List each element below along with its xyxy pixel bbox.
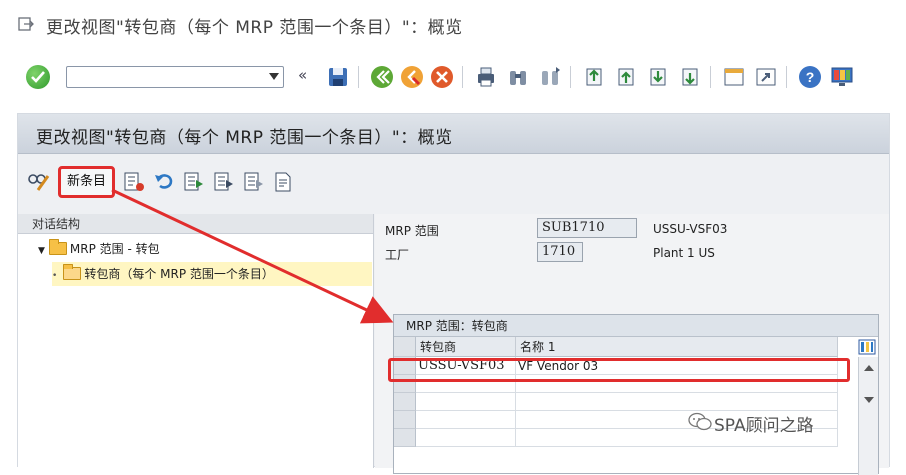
undo-change-icon[interactable] (152, 170, 176, 194)
exit-icon[interactable] (400, 65, 424, 89)
mrp-area-label: MRP 范围 (385, 224, 439, 238)
shortcut-icon[interactable] (754, 65, 778, 89)
select-all-icon[interactable] (182, 170, 206, 194)
row-selector[interactable] (394, 393, 416, 411)
dialog-structure-pane: 对话结构 ▼ MRP 范围 - 转包 • 转包商（每个 MRP 范围一个条目） (18, 214, 374, 468)
toolbar-separator (358, 66, 359, 88)
print-field-list-icon[interactable] (272, 170, 296, 194)
tree-node-label: MRP 范围 - 转包 (69, 242, 160, 256)
scroll-up-icon[interactable] (864, 365, 874, 371)
highlight-new-row-box (388, 358, 850, 382)
toolbar-separator (462, 66, 463, 88)
display-change-icon[interactable] (26, 170, 50, 194)
toolbar-separator (786, 66, 787, 88)
last-page-icon[interactable] (678, 65, 702, 89)
name-cell[interactable] (516, 393, 838, 411)
toolbar-separator (570, 66, 571, 88)
tree-node-label: 转包商（每个 MRP 范围一个条目） (84, 267, 274, 281)
find-icon[interactable] (506, 65, 530, 89)
application-toolbar: 新条目 (18, 154, 889, 214)
exit-menu-icon[interactable] (18, 16, 34, 32)
select-all-rows-button[interactable] (394, 337, 416, 357)
expand-triangle-icon[interactable]: ▼ (38, 246, 45, 256)
subcontractor-cell[interactable] (416, 429, 516, 447)
plant-label: 工厂 (385, 248, 410, 262)
bullet-icon: • (52, 271, 58, 281)
back-icon[interactable] (370, 65, 394, 89)
deselect-all-icon[interactable] (242, 170, 266, 194)
svg-text:?: ? (806, 69, 815, 85)
table-title: MRP 范围：转包商 (394, 315, 878, 337)
copy-as-icon[interactable] (122, 170, 146, 194)
next-page-icon[interactable] (646, 65, 670, 89)
customize-layout-icon[interactable] (830, 65, 854, 89)
window-title: 更改视图"转包商（每个 MRP 范围一个条目）"：概览 (46, 18, 463, 38)
tree-node-subcontractor[interactable]: • 转包商（每个 MRP 范围一个条目） (52, 262, 372, 286)
page-title: 更改视图"转包商（每个 MRP 范围一个条目）"：概览 (36, 128, 453, 148)
enter-button[interactable] (26, 65, 50, 89)
mrp-area-description: USSU-VSF03 (653, 222, 728, 236)
row-selector[interactable] (394, 429, 416, 447)
panel-header: 更改视图"转包商（每个 MRP 范围一个条目）"：概览 (18, 114, 889, 154)
checkmark-icon (31, 71, 45, 83)
collapse-command-field-button[interactable]: « (298, 66, 307, 84)
create-session-icon[interactable] (722, 65, 746, 89)
cancel-icon[interactable] (430, 65, 454, 89)
column-header-name[interactable]: 名称 1 (516, 337, 838, 357)
plant-description: Plant 1 US (653, 246, 715, 260)
subcontractor-cell[interactable] (416, 393, 516, 411)
print-icon[interactable] (474, 65, 498, 89)
save-icon[interactable] (326, 65, 350, 89)
find-next-icon[interactable] (538, 65, 562, 89)
subcontractor-cell[interactable] (416, 411, 516, 429)
command-field[interactable] (66, 66, 284, 88)
toolbar-separator (710, 66, 711, 88)
new-entries-button[interactable]: 新条目 (58, 166, 116, 198)
mrp-area-field[interactable]: SUB1710 (537, 218, 637, 238)
first-page-icon[interactable] (582, 65, 606, 89)
subcontractor-table: MRP 范围：转包商 转包商 名称 1 USSU-VSF03 VF Vendor… (393, 314, 879, 475)
chevron-down-icon[interactable] (269, 73, 279, 80)
row-selector[interactable] (394, 411, 416, 429)
watermark: SPA顾问之路 (714, 416, 814, 436)
folder-icon (48, 239, 67, 255)
column-header-subcontractor[interactable]: 转包商 (416, 337, 516, 357)
plant-field[interactable]: 1710 (537, 242, 583, 262)
standard-toolbar: « ? (0, 56, 906, 100)
vertical-scrollbar[interactable] (858, 357, 878, 475)
previous-page-icon[interactable] (614, 65, 638, 89)
scroll-down-icon[interactable] (864, 397, 874, 403)
dialog-structure-header: 对话结构 (18, 214, 373, 234)
tree-node-mrp-area-subcontracting[interactable]: ▼ MRP 范围 - 转包 (38, 239, 160, 259)
select-block-icon[interactable] (212, 170, 236, 194)
table-settings-icon[interactable] (858, 339, 876, 355)
help-icon[interactable]: ? (798, 65, 822, 89)
window-titlebar: 更改视图"转包商（每个 MRP 范围一个条目）"：概览 (0, 0, 906, 50)
open-folder-icon (63, 264, 82, 280)
wechat-icon (688, 412, 712, 431)
command-input[interactable] (67, 67, 257, 87)
